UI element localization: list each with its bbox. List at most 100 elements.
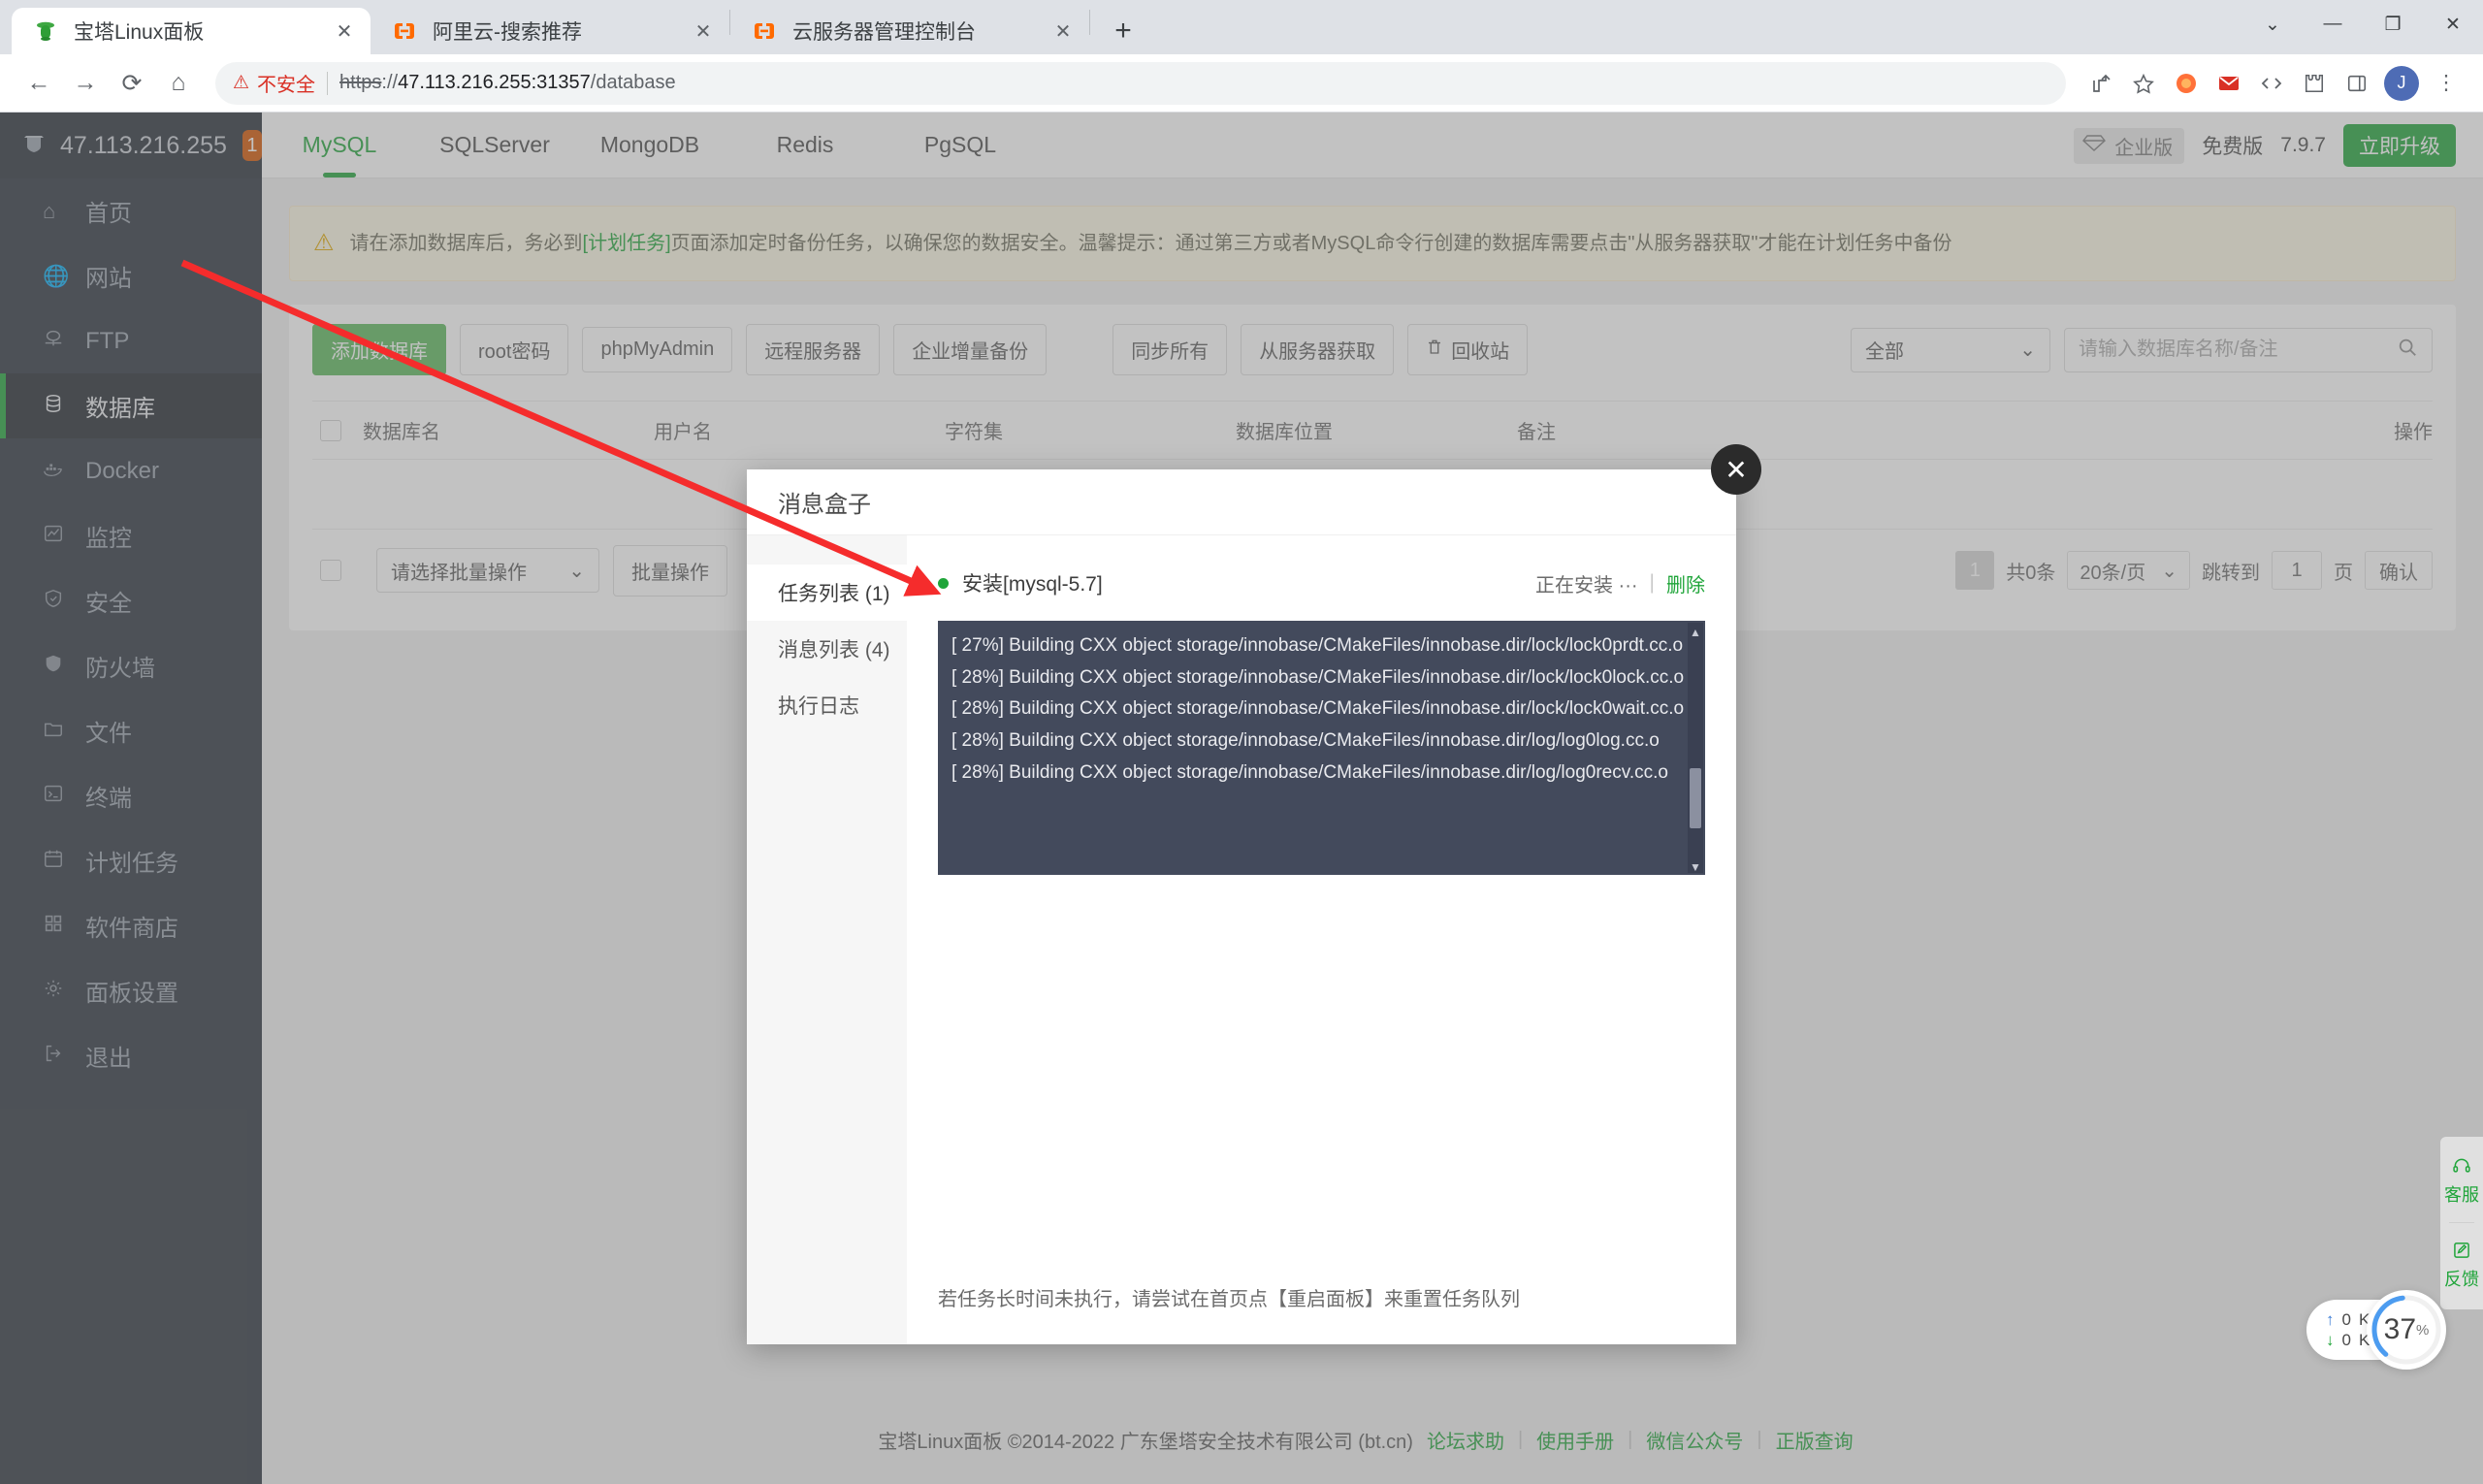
- feedback-button[interactable]: 反馈: [2444, 1231, 2479, 1300]
- tab-redis[interactable]: Redis: [727, 113, 883, 177]
- scroll-down-icon[interactable]: ▼: [1688, 857, 1703, 873]
- footer-link-forum[interactable]: 论坛求助: [1427, 1426, 1504, 1454]
- sidepanel-icon[interactable]: [2336, 62, 2378, 105]
- sidebar-item-cron[interactable]: 计划任务: [0, 828, 262, 893]
- share-icon[interactable]: [2080, 62, 2122, 105]
- root-password-button[interactable]: root密码: [460, 324, 568, 375]
- browser-toolbar: ← → ⟳ ⌂ ⚠ 不安全 https://47.113.216.255:313…: [0, 54, 2483, 113]
- footer-link-manual[interactable]: 使用手册: [1536, 1426, 1614, 1454]
- batch-action-select[interactable]: 请选择批量操作 ⌄: [376, 548, 599, 593]
- reload-icon[interactable]: ⟳: [109, 60, 155, 107]
- sidebar-item-logout[interactable]: 退出: [0, 1023, 262, 1088]
- sidebar-item-docker[interactable]: Docker: [0, 438, 262, 503]
- tab-mongodb[interactable]: MongoDB: [572, 113, 727, 177]
- search-icon[interactable]: [2397, 337, 2418, 363]
- sidebar-item-label: 退出: [85, 1039, 132, 1073]
- cron-task-link[interactable]: [计划任务]: [583, 233, 671, 254]
- sidebar-item-security[interactable]: 安全: [0, 568, 262, 633]
- search-input[interactable]: [2079, 339, 2397, 361]
- sync-all-button[interactable]: 同步所有: [1113, 324, 1227, 375]
- sidebar-item-files[interactable]: 文件: [0, 698, 262, 763]
- database-filter-select[interactable]: 全部 ⌄: [1851, 328, 2050, 372]
- tab-divider: [1089, 10, 1090, 35]
- page-size-select[interactable]: 20条/页 ⌄: [2067, 551, 2190, 590]
- batch-select-checkbox[interactable]: [320, 560, 341, 581]
- sidebar-item-monitor[interactable]: 监控: [0, 503, 262, 568]
- modal-nav-message-list[interactable]: 消息列表 (4): [747, 621, 907, 677]
- sidebar: 47.113.216.255 1 ⌂ 首页 🌐 网站 FTP: [0, 113, 262, 1484]
- sidebar-notification-badge[interactable]: 1: [242, 130, 262, 161]
- logout-icon: [43, 1043, 85, 1070]
- scrollbar-thumb[interactable]: [1690, 768, 1701, 828]
- back-icon[interactable]: ←: [16, 60, 62, 107]
- column-username: 用户名: [654, 416, 945, 444]
- enterprise-badge[interactable]: 企业版: [2074, 128, 2184, 164]
- minimize-button[interactable]: —: [2303, 0, 2363, 48]
- sidebar-item-firewall[interactable]: 防火墙: [0, 633, 262, 698]
- avatar[interactable]: J: [2384, 66, 2419, 101]
- close-window-button[interactable]: ✕: [2423, 0, 2483, 48]
- sidebar-item-home[interactable]: ⌂ 首页: [0, 178, 262, 243]
- jump-page-input[interactable]: 1: [2272, 551, 2322, 590]
- browser-tab-close-icon[interactable]: ✕: [330, 16, 359, 46]
- close-icon[interactable]: ✕: [1711, 444, 1761, 495]
- page-current[interactable]: 1: [1955, 551, 1994, 590]
- free-version-label: 免费版: [2202, 131, 2263, 160]
- select-all-checkbox[interactable]: [320, 420, 341, 441]
- sidebar-item-appstore[interactable]: 软件商店: [0, 893, 262, 958]
- footer-link-license[interactable]: 正版查询: [1776, 1426, 1854, 1454]
- task-delete-button[interactable]: 删除: [1666, 569, 1705, 597]
- cpu-usage-ring[interactable]: 37%: [2367, 1290, 2446, 1370]
- sidebar-item-ftp[interactable]: FTP: [0, 308, 262, 373]
- sidebar-header[interactable]: 47.113.216.255 1: [0, 113, 262, 178]
- table-header-row: 数据库名 用户名 字符集 数据库位置 备注 操作: [312, 402, 2433, 460]
- maximize-button[interactable]: ❐: [2363, 0, 2423, 48]
- tab-mysql[interactable]: MySQL: [262, 113, 417, 177]
- browser-tab-2[interactable]: 云服务器管理控制台 ✕: [730, 8, 1089, 54]
- address-bar[interactable]: ⚠ 不安全 https://47.113.216.255:31357/datab…: [215, 62, 2066, 105]
- star-icon[interactable]: [2122, 62, 2165, 105]
- modal-nav-task-list[interactable]: 任务列表 (1): [747, 565, 907, 621]
- phpmyadmin-button[interactable]: phpMyAdmin: [582, 327, 732, 372]
- tab-search-icon[interactable]: ⌄: [2242, 0, 2303, 48]
- browser-tab-1[interactable]: 阿里云-搜索推荐 ✕: [371, 8, 729, 54]
- enterprise-incremental-backup-button[interactable]: 企业增量备份: [893, 324, 1047, 375]
- sidebar-item-settings[interactable]: 面板设置: [0, 958, 262, 1023]
- sidebar-item-database[interactable]: 数据库: [0, 373, 262, 438]
- modal-nav-exec-log[interactable]: 执行日志: [747, 677, 907, 733]
- browser-tab-close-icon[interactable]: ✕: [689, 16, 718, 46]
- sidebar-item-label: Docker: [85, 458, 159, 485]
- extension-fox-icon[interactable]: [2165, 62, 2208, 105]
- devtools-icon[interactable]: [2250, 62, 2293, 105]
- side-rail: 客服 反馈: [2440, 1137, 2483, 1309]
- jump-confirm-button[interactable]: 确认: [2365, 551, 2433, 590]
- browser-tab-close-icon[interactable]: ✕: [1048, 16, 1078, 46]
- add-database-button[interactable]: 添加数据库: [312, 324, 446, 375]
- puzzle-icon[interactable]: [2293, 62, 2336, 105]
- column-db-name: 数据库名: [363, 416, 654, 444]
- task-log-output[interactable]: [ 27%] Building CXX object storage/innob…: [938, 621, 1705, 875]
- new-tab-button[interactable]: +: [1102, 10, 1145, 52]
- browser-menu-icon[interactable]: ⋮: [2425, 62, 2467, 105]
- sidebar-item-terminal[interactable]: 终端: [0, 763, 262, 828]
- forward-icon[interactable]: →: [62, 60, 109, 107]
- sidebar-item-website[interactable]: 🌐 网站: [0, 243, 262, 308]
- tab-sqlserver[interactable]: SQLServer: [417, 113, 572, 177]
- home-icon[interactable]: ⌂: [155, 60, 202, 107]
- database-search[interactable]: [2064, 328, 2433, 372]
- tab-pgsql[interactable]: PgSQL: [883, 113, 1038, 177]
- log-scrollbar[interactable]: ▲ ▼: [1688, 623, 1703, 873]
- scroll-up-icon[interactable]: ▲: [1688, 623, 1703, 638]
- batch-action-button[interactable]: 批量操作: [613, 545, 727, 597]
- browser-tab-0[interactable]: 宝塔Linux面板 ✕: [12, 8, 371, 54]
- support-button[interactable]: 客服: [2444, 1146, 2479, 1215]
- db-type-tabs: MySQL SQLServer MongoDB Redis PgSQL 企业版 …: [262, 113, 2483, 178]
- fetch-from-server-button[interactable]: 从服务器获取: [1241, 324, 1394, 375]
- footer-link-wechat[interactable]: 微信公众号: [1646, 1426, 1743, 1454]
- rail-divider: [2449, 1222, 2474, 1223]
- remote-server-button[interactable]: 远程服务器: [746, 324, 880, 375]
- recycle-bin-button[interactable]: 回收站: [1407, 324, 1528, 375]
- upgrade-button[interactable]: 立即升级: [2343, 124, 2456, 167]
- extension-mail-icon[interactable]: [2208, 62, 2250, 105]
- version-area: 企业版 免费版 7.9.7 立即升级: [2074, 113, 2456, 178]
